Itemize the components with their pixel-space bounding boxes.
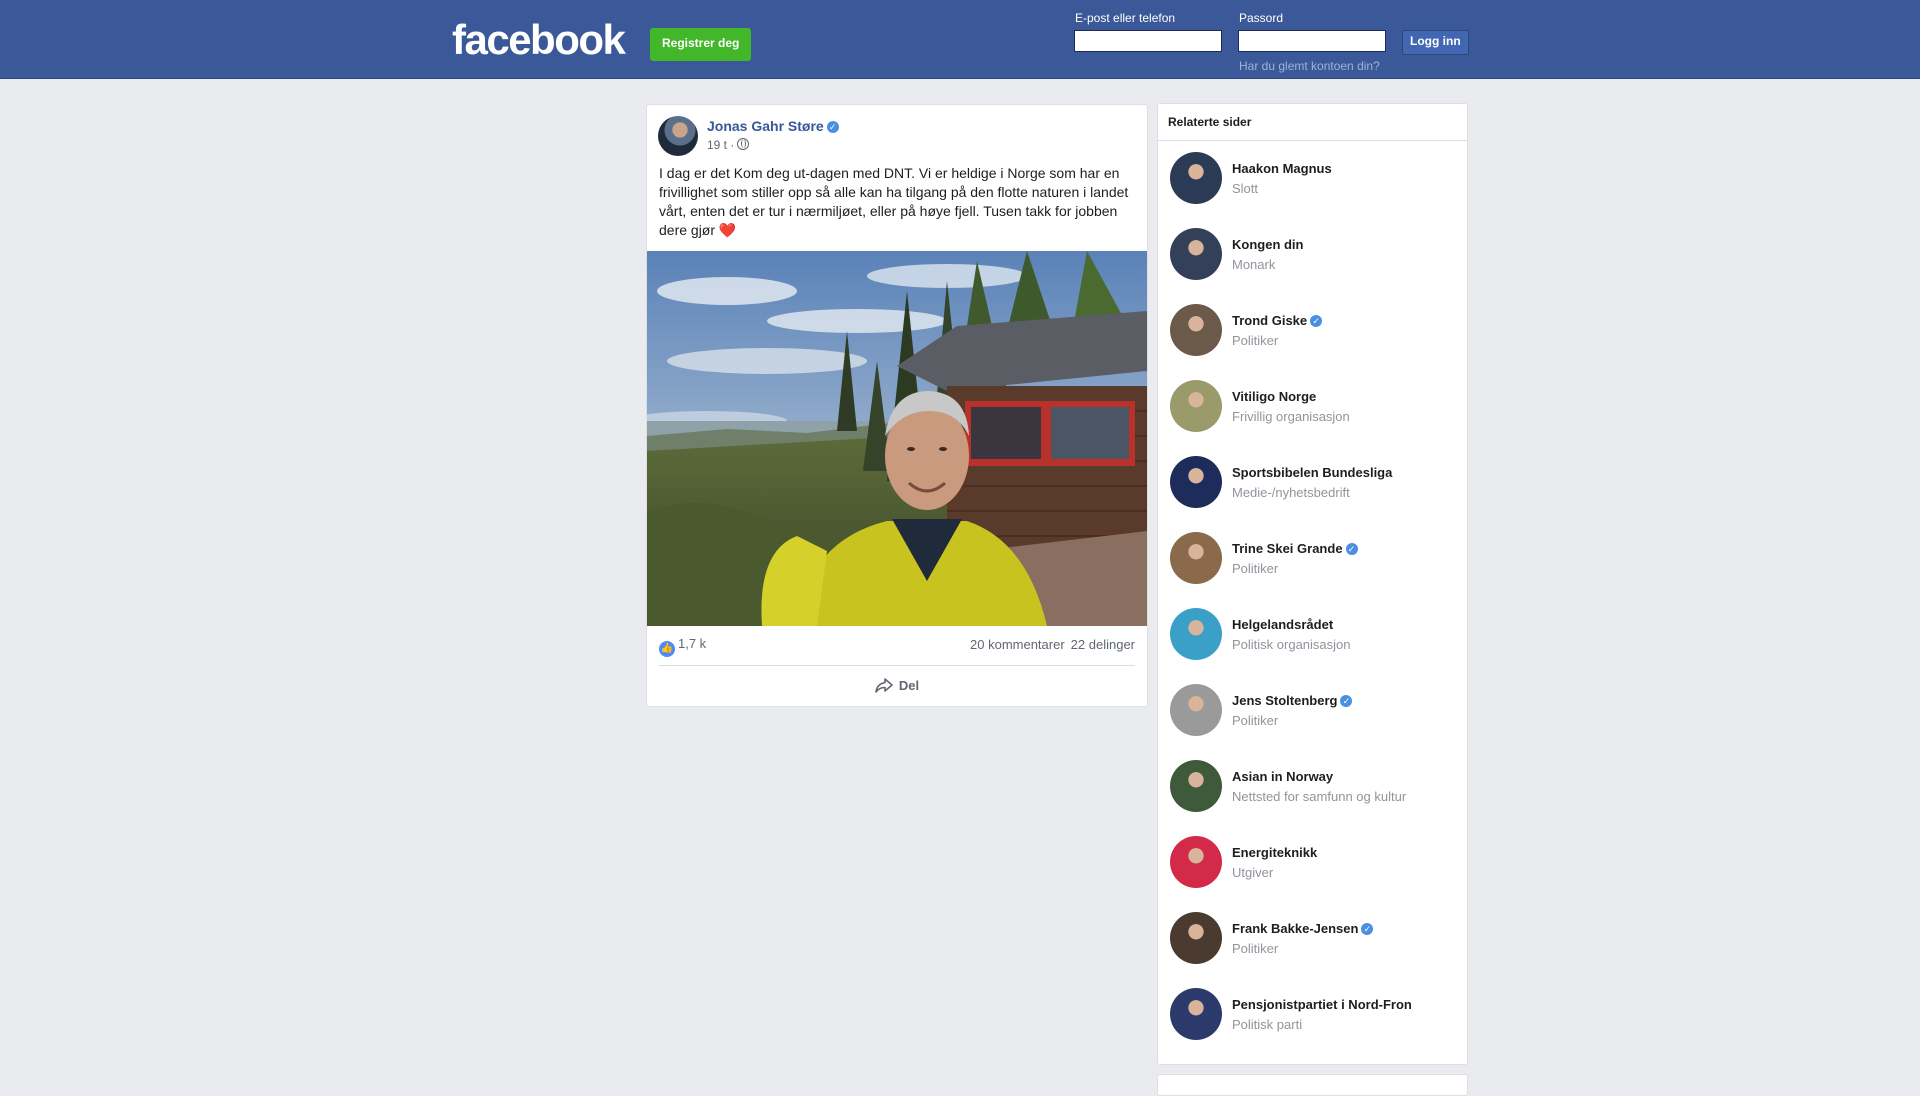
related-page-name-text[interactable]: Jens Stoltenberg [1232,693,1337,708]
password-label: Passord [1239,11,1284,25]
top-bar: facebook Registrer deg E-post eller tele… [0,0,1920,79]
related-page-category: Politisk organisasjon [1232,637,1351,652]
comment-count[interactable]: 20 kommentarer [970,637,1065,652]
share-icon [875,678,893,693]
related-page-item[interactable]: Frank Bakke-Jensen ✓ Politiker [1158,901,1467,977]
related-page-name[interactable]: Frank Bakke-Jensen ✓ [1232,921,1374,936]
related-page-name-text[interactable]: Frank Bakke-Jensen [1232,921,1358,936]
related-page-name-text[interactable]: Trine Skei Grande [1232,541,1343,556]
post-timestamp[interactable]: 19 t · [707,138,750,152]
next-card [1157,1074,1468,1096]
related-page-item[interactable]: Trond Giske ✓ Politiker [1158,293,1467,369]
related-page-avatar[interactable] [1170,304,1222,356]
related-page-avatar[interactable] [1170,836,1222,888]
author-avatar[interactable] [658,116,698,156]
post-time-text[interactable]: 19 t · [707,138,734,152]
related-pages-title: Relaterte sider [1158,104,1467,141]
related-page-category: Slott [1232,181,1259,196]
related-page-name[interactable]: Sportsbibelen Bundesliga [1232,465,1392,480]
related-page-name-text[interactable]: Vitiligo Norge [1232,389,1316,404]
related-page-name-text[interactable]: Pensjonistpartiet i Nord-Fron [1232,997,1412,1012]
related-page-category: Politisk parti [1232,1017,1303,1032]
related-page-avatar[interactable] [1170,608,1222,660]
related-pages-card: Relaterte sider Haakon Magnus Slott Kongen… [1157,103,1468,1065]
related-page-item[interactable]: Jens Stoltenberg ✓ Politiker [1158,673,1467,749]
post-text: I dag er det Kom deg ut-dagen med DNT. V… [659,164,1135,240]
related-page-category: Medie-/nyhetsbedrift [1232,485,1350,500]
related-page-item[interactable]: Trine Skei Grande ✓ Politiker [1158,521,1467,597]
post-photo[interactable] [647,251,1147,626]
post-author-name[interactable]: Jonas Gahr Støre [707,118,824,134]
register-button[interactable]: Registrer deg [650,28,752,61]
post-divider [659,665,1135,666]
heart-icon: ❤️ [718,222,737,238]
related-page-name[interactable]: Haakon Magnus [1232,161,1332,176]
related-page-name-text[interactable]: Helgelandsrådet [1232,617,1333,632]
related-page-name-text[interactable]: Sportsbibelen Bundesliga [1232,465,1392,480]
verified-icon: ✓ [1361,923,1374,935]
related-page-name[interactable]: Energiteknikk [1232,845,1317,860]
share-count[interactable]: 22 delinger [1071,637,1135,652]
related-page-item[interactable]: Sportsbibelen Bundesliga Medie-/nyhetsbed… [1158,445,1467,521]
share-label[interactable]: Del [899,678,919,693]
email-field[interactable] [1074,30,1222,52]
related-page-name[interactable]: Asian in Norway [1232,769,1333,784]
related-page-avatar[interactable] [1170,532,1222,584]
related-page-item[interactable]: Vitiligo Norge Frivillig organisasjon [1158,369,1467,445]
related-page-category: Monark [1232,257,1276,272]
related-page-category: Utgiver [1232,865,1274,880]
related-page-item[interactable]: Kongen din Monark [1158,217,1467,293]
related-page-name-text[interactable]: Trond Giske [1232,313,1307,328]
related-page-avatar[interactable] [1170,228,1222,280]
post-card: Jonas Gahr Støre ✓ 19 t · I dag er det Ko… [646,104,1148,707]
related-page-category: Nettsted for samfunn og kultur [1232,789,1407,804]
related-page-item[interactable]: Haakon Magnus Slott [1158,141,1467,217]
related-page-item[interactable]: Pensjonistpartiet i Nord-Fron Politisk pa… [1158,977,1467,1053]
verified-icon: ✓ [826,121,839,133]
related-page-category: Frivillig organisasjon [1232,409,1350,424]
related-page-name[interactable]: Pensjonistpartiet i Nord-Fron [1232,997,1412,1012]
related-page-avatar[interactable] [1170,760,1222,812]
related-page-avatar[interactable] [1170,912,1222,964]
verified-icon: ✓ [1340,695,1353,707]
related-page-name-text[interactable]: Kongen din [1232,237,1304,252]
related-page-avatar[interactable] [1170,380,1222,432]
reactions[interactable]: 👍 1,7 k [659,636,706,657]
related-page-item[interactable]: Asian in Norway Nettsted for samfunn og k… [1158,749,1467,825]
related-page-item[interactable]: Energiteknikk Utgiver [1158,825,1467,901]
forgot-account-link[interactable]: Har du glemt kontoen din? [1239,59,1380,73]
related-page-avatar[interactable] [1170,988,1222,1040]
password-field[interactable] [1238,30,1386,52]
related-page-avatar[interactable] [1170,152,1222,204]
related-page-name[interactable]: Trond Giske ✓ [1232,313,1323,328]
globe-icon [737,138,750,150]
like-icon: 👍 [659,641,675,657]
related-page-name-text[interactable]: Haakon Magnus [1232,161,1332,176]
email-label: E-post eller telefon [1075,11,1176,25]
related-page-category: Politiker [1232,941,1279,956]
related-page-avatar[interactable] [1170,684,1222,736]
related-page-item[interactable]: Helgelandsrådet Politisk organisasjon [1158,597,1467,673]
share-button[interactable]: Del [647,671,1147,701]
related-page-name[interactable]: Jens Stoltenberg ✓ [1232,693,1353,708]
related-page-name-text[interactable]: Energiteknikk [1232,845,1317,860]
related-page-name[interactable]: Vitiligo Norge [1232,389,1316,404]
related-page-name[interactable]: Trine Skei Grande ✓ [1232,541,1358,556]
related-page-name[interactable]: Kongen din [1232,237,1304,252]
verified-icon: ✓ [1310,315,1323,327]
post-stats: 20 kommentarer 22 delinger [970,637,1135,652]
related-page-name[interactable]: Helgelandsrådet [1232,617,1333,632]
login-button[interactable]: Logg inn [1402,30,1469,55]
related-page-category: Politiker [1232,713,1279,728]
reaction-count[interactable]: 1,7 k [678,636,706,651]
facebook-logo[interactable]: facebook [452,16,626,64]
post-author[interactable]: Jonas Gahr Støre ✓ [707,118,839,134]
related-page-name-text[interactable]: Asian in Norway [1232,769,1333,784]
related-page-avatar[interactable] [1170,456,1222,508]
related-page-category: Politiker [1232,561,1279,576]
verified-icon: ✓ [1345,543,1358,555]
related-page-category: Politiker [1232,333,1279,348]
